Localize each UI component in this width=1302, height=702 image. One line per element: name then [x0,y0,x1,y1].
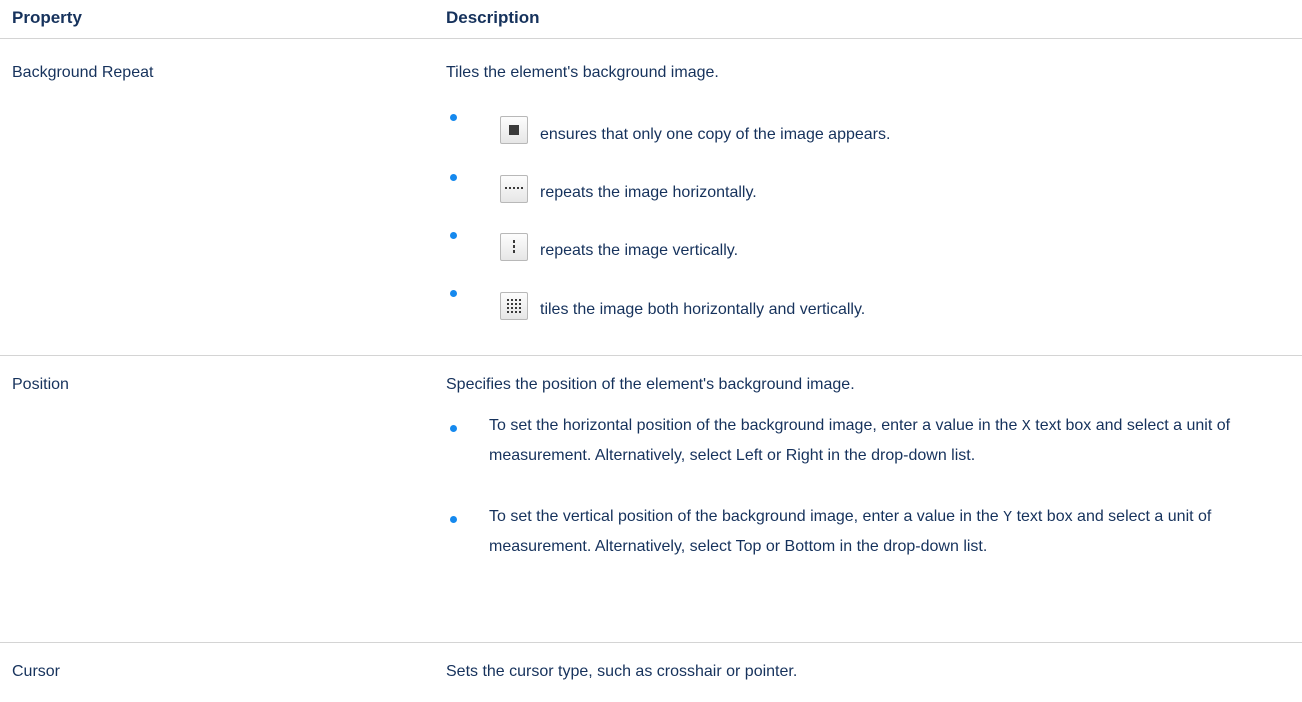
text-segment: To set the vertical position of the back… [489,508,999,525]
code-y: Y [1003,509,1013,526]
table-row: Position Specifies the position of the e… [0,356,1302,643]
column-header-description: Description [446,8,540,27]
bullet [450,290,457,297]
table-row: Background Repeat Tiles the element's ba… [0,39,1302,356]
list-item-text: To set the vertical position of the back… [489,502,1289,561]
no-repeat-icon [500,116,528,144]
property-description: Specifies the position of the element's … [446,376,855,393]
property-name: Cursor [12,663,61,680]
bullet [450,232,457,239]
code-x: X [1021,418,1031,435]
property-description: Tiles the element's background image. [446,64,719,81]
bullet [450,114,457,121]
bullet [450,516,457,523]
table-header: Property Description [0,0,1302,39]
list-item-text: repeats the image vertically. [540,242,739,259]
property-description: Sets the cursor type, such as crosshair … [446,663,798,680]
property-table: Property Description Background Repeat T… [0,0,1302,702]
bullet [450,425,457,432]
property-name: Background Repeat [12,64,154,81]
repeat-tile-icon [500,292,528,320]
repeat-y-icon [500,233,528,261]
repeat-x-icon [500,175,528,203]
table-row: Cursor Sets the cursor type, such as cro… [0,643,1302,702]
property-name: Position [12,376,69,393]
bullet [450,174,457,181]
list-item-text: To set the horizontal position of the ba… [489,411,1289,470]
text-segment: To set the horizontal position of the ba… [489,417,1018,434]
list-item-text: ensures that only one copy of the image … [540,126,891,143]
column-header-property: Property [12,8,82,27]
list-item-text: tiles the image both horizontally and ve… [540,301,866,318]
list-item-text: repeats the image horizontally. [540,184,757,201]
